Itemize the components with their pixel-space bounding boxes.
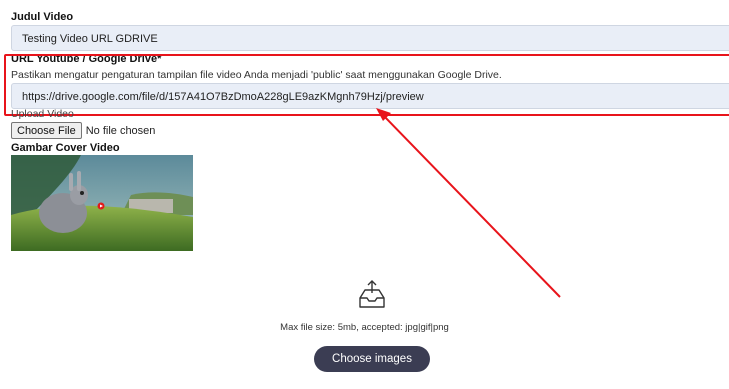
choose-file-button[interactable]: Choose File (11, 122, 82, 139)
cover-image[interactable] (11, 155, 193, 251)
upload-tray-icon[interactable] (356, 278, 388, 310)
url-field-help-text: Pastikan mengatur pengaturan tampilan fi… (11, 69, 502, 81)
url-input[interactable]: https://drive.google.com/file/d/157A41O7… (11, 83, 729, 109)
cover-label: Gambar Cover Video (11, 142, 120, 154)
url-field-label: URL Youtube / Google Drive* (11, 53, 162, 65)
file-input: Choose File No file chosen (11, 122, 155, 139)
video-title-input[interactable]: Testing Video URL GDRIVE (11, 25, 729, 51)
choose-images-button[interactable]: Choose images (314, 346, 430, 372)
file-status-text: No file chosen (85, 124, 156, 137)
upload-video-label: Upload Video (11, 108, 74, 120)
max-size-text: Max file size: 5mb, accepted: jpg|gif|pn… (280, 322, 449, 333)
video-title-label: Judul Video (11, 11, 74, 23)
cover-image-art (11, 155, 193, 251)
